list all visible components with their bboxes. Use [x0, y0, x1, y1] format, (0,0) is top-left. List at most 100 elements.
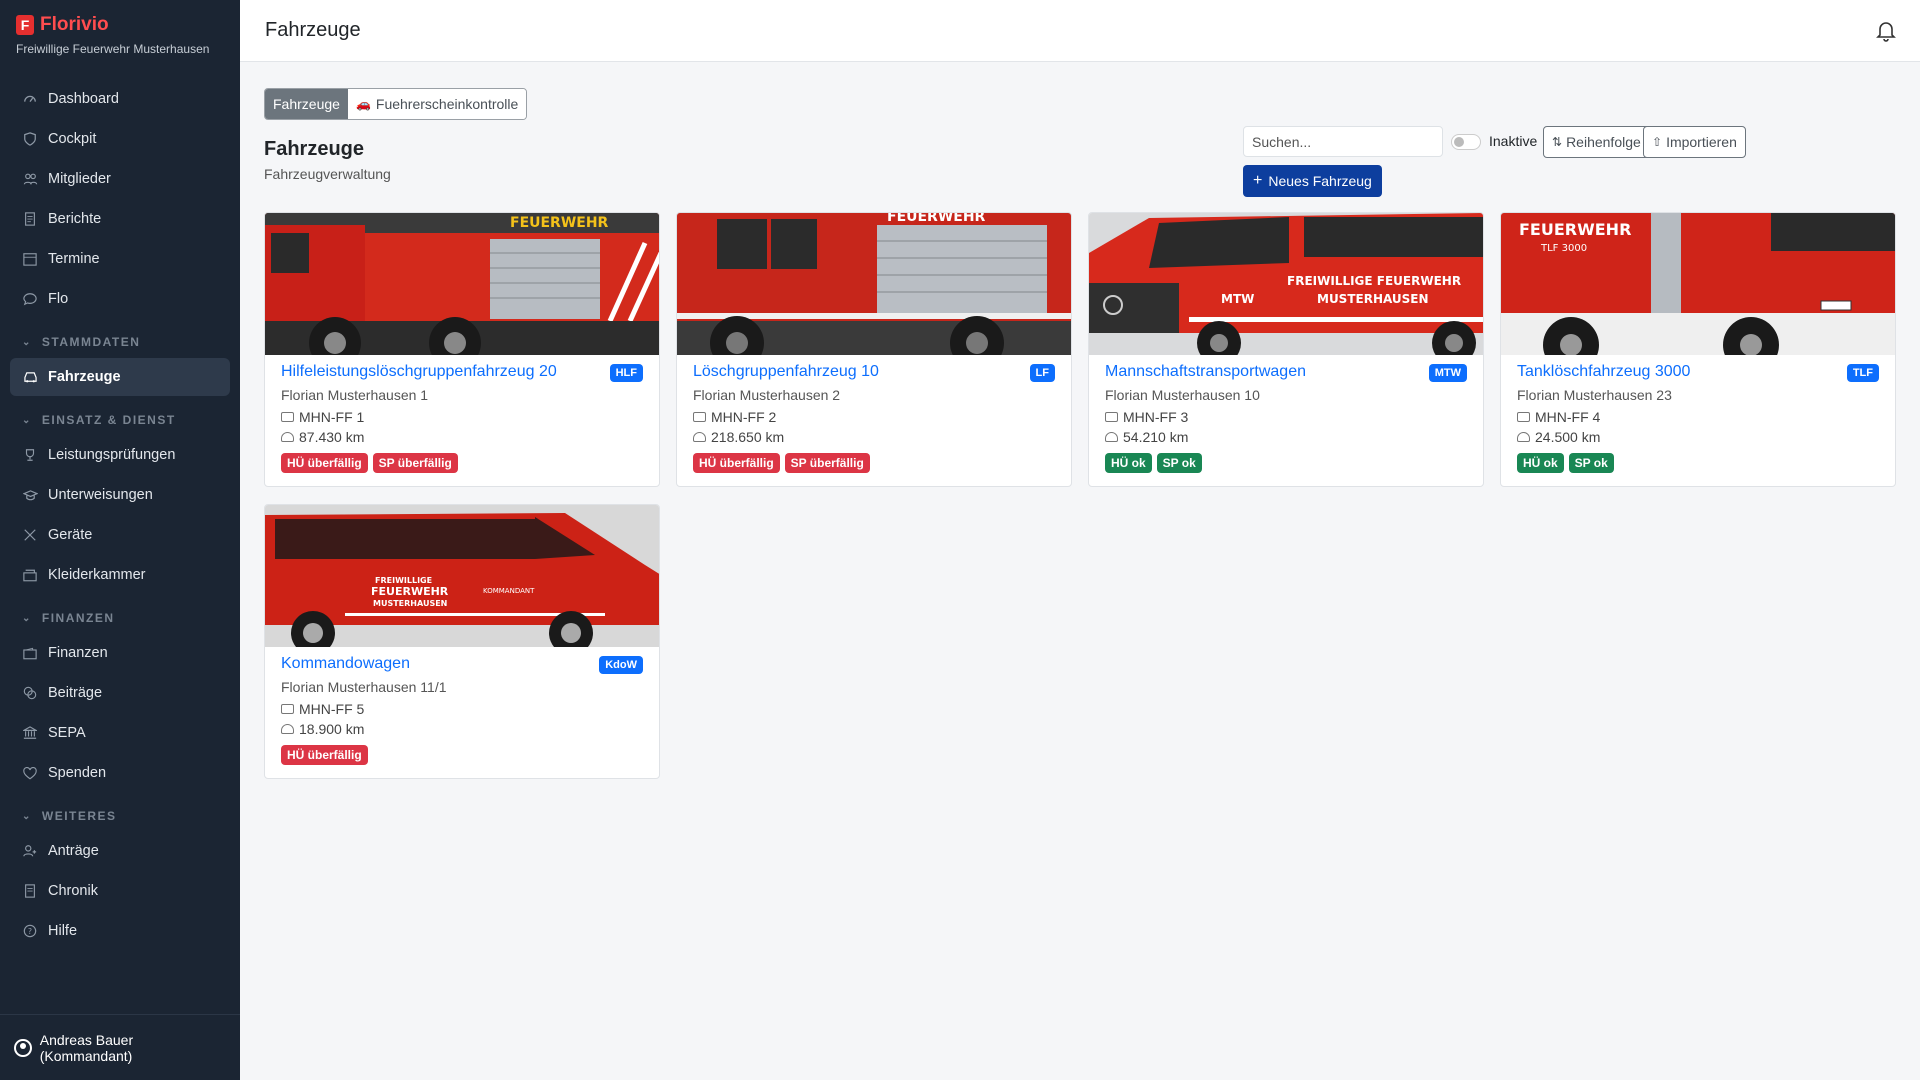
- sidebar-item-termine[interactable]: Termine: [10, 240, 230, 278]
- new-vehicle-button[interactable]: + Neues Fahrzeug: [1243, 165, 1382, 197]
- chevron-down-icon: ⌄: [22, 612, 32, 624]
- vehicle-name[interactable]: Löschgruppenfahrzeug 10: [693, 363, 1055, 381]
- vehicle-card-hlf[interactable]: FEUERWEHR Hilfeleistungslöschgruppenfahr…: [264, 212, 660, 487]
- vehicle-card-tlf[interactable]: FEUERWEHR TLF 3000 Tanklöschfahrzeug 300…: [1500, 212, 1896, 487]
- sidebar-item-dashboard[interactable]: Dashboard: [10, 80, 230, 118]
- nav-section-stammdaten[interactable]: ⌄ STAMMDATEN: [0, 328, 240, 356]
- license-plate-icon: [281, 412, 294, 422]
- bell-icon[interactable]: [1876, 20, 1896, 42]
- sort-arrows-icon: ⇅: [1552, 135, 1563, 149]
- person-add-icon: [22, 843, 38, 859]
- vehicle-plate-row: MHN-FF 2: [693, 409, 1055, 425]
- sidebar-item-label: Dashboard: [48, 91, 119, 107]
- sidebar-item-mitglieder[interactable]: Mitglieder: [10, 160, 230, 198]
- nav-section-weiteres[interactable]: ⌄ WEITERES: [0, 802, 240, 830]
- sidebar-item-berichte[interactable]: Berichte: [10, 200, 230, 238]
- sidebar-item-label: Finanzen: [48, 645, 108, 661]
- inspection-tags: HÜ überfällig SP überfällig: [693, 453, 1055, 473]
- view-tabs: Fahrzeuge 🚗 Fuehrerscheinkontrolle: [264, 88, 528, 120]
- user-menu[interactable]: Andreas Bauer (Kommandant): [0, 1014, 240, 1080]
- vehicle-type-badge: TLF: [1846, 364, 1879, 382]
- sidebar-item-label: Unterweisungen: [48, 487, 153, 503]
- vehicle-type-badge: MTW: [1428, 364, 1467, 382]
- sidebar-item-fahrzeuge[interactable]: Fahrzeuge: [10, 358, 230, 396]
- tab-fahrzeuge[interactable]: Fahrzeuge: [265, 89, 348, 119]
- vehicle-card-mtw[interactable]: FREIWILLIGE FEUERWEHR MUSTERHAUSEN MTW M…: [1088, 212, 1484, 487]
- heart-icon: [22, 765, 38, 781]
- sidebar-item-hilfe[interactable]: ? Hilfe: [10, 912, 230, 950]
- sidebar-item-label: Termine: [48, 251, 100, 267]
- user-name: Andreas Bauer (Kommandant): [39, 1031, 134, 1064]
- sidebar-item-spenden[interactable]: Spenden: [10, 754, 230, 792]
- vehicle-lettering: KOMMANDANT: [483, 587, 535, 595]
- speedometer-icon: [22, 91, 38, 107]
- vehicle-card-kdow[interactable]: FREIWILLIGE FEUERWEHR MUSTERHAUSEN KOMMA…: [264, 504, 660, 779]
- vehicle-lettering: FEUERWEHR: [1519, 220, 1631, 239]
- vehicle-name[interactable]: Hilfeleistungslöschgruppenfahrzeug 20: [281, 363, 643, 381]
- vehicle-lettering: FEUERWEHR: [887, 213, 986, 225]
- search-input[interactable]: [1243, 126, 1443, 157]
- page-title: Fahrzeuge: [264, 138, 365, 160]
- button-label: Neues Fahrzeug: [1268, 173, 1372, 189]
- svg-text:?: ?: [28, 927, 32, 936]
- status-badge: HÜ ok: [1105, 453, 1152, 473]
- reorder-button[interactable]: ⇅ Reihenfolge: [1543, 126, 1650, 158]
- sidebar-item-label: Anträge: [48, 843, 99, 859]
- license-plate-icon: [693, 412, 706, 422]
- sidebar-item-label: Mitglieder: [48, 171, 111, 187]
- sidebar-item-label: Flo: [48, 291, 69, 307]
- import-button[interactable]: ⇧ Importieren: [1643, 126, 1746, 158]
- vehicle-callsign: Florian Musterhausen 23: [1517, 387, 1672, 403]
- mortarboard-icon: [22, 487, 38, 503]
- vehicle-name[interactable]: Mannschaftstransportwagen: [1105, 363, 1467, 381]
- nav-section-einsatz[interactable]: ⌄ EINSATZ & DIENST: [0, 406, 240, 434]
- sidebar-item-label: Spenden: [48, 765, 107, 781]
- sidebar-item-chronik[interactable]: Chronik: [10, 872, 230, 910]
- sidebar-item-label: Fahrzeuge: [48, 369, 121, 385]
- bank-icon: [22, 725, 38, 741]
- tab-fuehrerscheinkontrolle[interactable]: 🚗 Fuehrerscheinkontrolle: [347, 89, 527, 119]
- car-icon: 🚗: [355, 97, 371, 111]
- sidebar-item-beitraege[interactable]: Beiträge: [10, 674, 230, 712]
- button-label: Importieren: [1666, 134, 1737, 150]
- brand-name[interactable]: Florivio: [40, 14, 109, 36]
- vehicle-mileage: 54.210 km: [1123, 429, 1189, 445]
- sidebar-item-label: Kleiderkammer: [48, 567, 146, 583]
- vehicle-name[interactable]: Kommandowagen: [281, 655, 643, 673]
- vehicle-callsign: Florian Musterhausen 10: [1105, 387, 1260, 403]
- sidebar-item-label: Leistungsprüfungen: [48, 447, 176, 463]
- vehicle-name[interactable]: Tanklöschfahrzeug 3000: [1517, 363, 1879, 381]
- chevron-down-icon: ⌄: [22, 336, 32, 348]
- nav-section-finanzen[interactable]: ⌄ FINANZEN: [0, 604, 240, 632]
- calendar-icon: [22, 251, 38, 267]
- sidebar-item-geraete[interactable]: Geräte: [10, 516, 230, 554]
- person-circle-icon: [14, 1038, 32, 1057]
- sidebar-item-kleiderkammer[interactable]: Kleiderkammer: [10, 556, 230, 594]
- florivio-logo-icon: F: [16, 15, 34, 35]
- vehicle-mileage-row: 54.210 km: [1105, 429, 1467, 445]
- sidebar-item-finanzen[interactable]: Finanzen: [10, 634, 230, 672]
- nav-section-label: WEITERES: [41, 809, 117, 823]
- vehicle-photo: FEUERWEHR: [677, 213, 1071, 355]
- vehicle-lettering: FREIWILLIGE: [375, 576, 432, 585]
- speedometer-icon: [1105, 432, 1118, 442]
- sidebar: F Florivio Freiwillige Feuerwehr Musterh…: [0, 0, 240, 1080]
- vehicle-type-badge: LF: [1029, 364, 1055, 382]
- sidebar-item-flo[interactable]: Flo: [10, 280, 230, 318]
- sidebar-item-antraege[interactable]: Anträge: [10, 832, 230, 870]
- vehicle-plate-row: MHN-FF 3: [1105, 409, 1467, 425]
- sidebar-item-unterweisungen[interactable]: Unterweisungen: [10, 476, 230, 514]
- status-badge: HÜ überfällig: [281, 453, 368, 473]
- license-plate-icon: [281, 704, 294, 714]
- car-icon: [22, 369, 38, 385]
- sidebar-item-sepa[interactable]: SEPA: [10, 714, 230, 752]
- topbar: Fahrzeuge: [240, 0, 1920, 62]
- vehicle-card-lf[interactable]: FEUERWEHR Löschgruppenfahrzeug 10 LF Flo…: [676, 212, 1072, 487]
- inactive-toggle[interactable]: [1451, 134, 1481, 150]
- sidebar-item-leistungspruefungen[interactable]: Leistungsprüfungen: [10, 436, 230, 474]
- vehicle-photo: FEUERWEHR: [265, 213, 659, 355]
- upload-icon: ⇧: [1652, 135, 1663, 149]
- wallet-icon: [22, 645, 38, 661]
- sidebar-item-cockpit[interactable]: Cockpit: [10, 120, 230, 158]
- speedometer-icon: [1517, 432, 1530, 442]
